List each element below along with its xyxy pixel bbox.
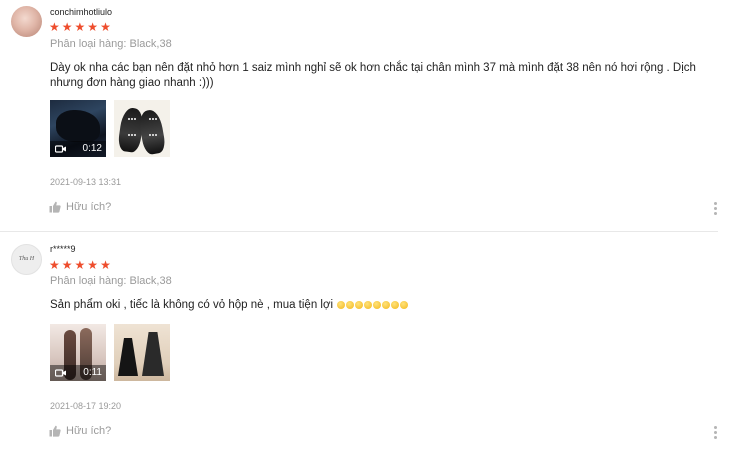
- more-options-icon[interactable]: [712, 202, 718, 216]
- star-icon: ★: [74, 20, 86, 34]
- review-item: Thu H r*****9 ★ ★ ★ ★ ★ Phân loại hàng: …: [0, 232, 735, 455]
- rating-stars: ★ ★ ★ ★ ★: [49, 259, 111, 271]
- rating-stars: ★ ★ ★ ★ ★: [49, 21, 111, 33]
- smiley-emoji-icon: [337, 301, 346, 309]
- variation-label: Phân loại hàng: Black,38: [50, 38, 172, 50]
- review-timestamp: 2021-08-17 19:20: [50, 401, 122, 411]
- avatar-text: Thu H: [18, 256, 35, 262]
- image-thumbnail[interactable]: [114, 324, 170, 381]
- smiley-emoji-icon: [346, 301, 355, 309]
- video-thumbnail[interactable]: 0:11: [50, 324, 106, 381]
- helpful-button[interactable]: Hữu ích?: [49, 201, 111, 213]
- smiley-emoji-icon: [391, 301, 400, 309]
- emoji-row: [336, 299, 409, 311]
- reviewer-username[interactable]: r*****9: [50, 244, 76, 254]
- video-camera-icon: [55, 369, 66, 377]
- avatar[interactable]: Thu H: [11, 244, 42, 275]
- smiley-emoji-icon: [382, 301, 391, 309]
- video-duration: 0:11: [83, 367, 102, 378]
- review-timestamp: 2021-09-13 13:31: [50, 177, 122, 187]
- review-comment: Sản phẩm oki , tiếc là không có vỏ hộp n…: [50, 298, 720, 313]
- star-icon: ★: [61, 258, 73, 272]
- avatar[interactable]: [11, 6, 42, 37]
- star-icon: ★: [87, 258, 99, 272]
- helpful-label: Hữu ích?: [66, 201, 112, 213]
- star-icon: ★: [100, 20, 111, 34]
- star-icon: ★: [49, 258, 60, 272]
- star-icon: ★: [61, 20, 73, 34]
- thumbs-up-icon: [49, 425, 61, 437]
- image-thumbnail[interactable]: [114, 100, 170, 157]
- star-icon: ★: [74, 258, 86, 272]
- star-icon: ★: [87, 20, 99, 34]
- review-item: conchimhotliulo ★ ★ ★ ★ ★ Phân loại hàng…: [0, 0, 735, 231]
- video-camera-icon: [55, 145, 66, 153]
- review-media: 0:12: [50, 100, 170, 157]
- star-icon: ★: [100, 258, 111, 272]
- comment-text: Sản phẩm oki , tiếc là không có vỏ hộp n…: [50, 299, 334, 311]
- reviewer-username[interactable]: conchimhotliulo: [50, 7, 112, 17]
- smiley-emoji-icon: [364, 301, 373, 309]
- variation-label: Phân loại hàng: Black,38: [50, 275, 172, 287]
- smiley-emoji-icon: [373, 301, 382, 309]
- review-media: 0:11: [50, 324, 170, 381]
- thumbs-up-icon: [49, 201, 61, 213]
- more-options-icon[interactable]: [712, 426, 718, 440]
- helpful-button[interactable]: Hữu ích?: [49, 425, 111, 437]
- review-comment: Dày ok nha các bạn nên đặt nhỏ hơn 1 sai…: [50, 62, 696, 89]
- smiley-emoji-icon: [400, 301, 409, 309]
- helpful-label: Hữu ích?: [66, 425, 112, 437]
- video-duration: 0:12: [82, 143, 102, 154]
- video-thumbnail[interactable]: 0:12: [50, 100, 106, 157]
- smiley-emoji-icon: [355, 301, 364, 309]
- star-icon: ★: [49, 20, 60, 34]
